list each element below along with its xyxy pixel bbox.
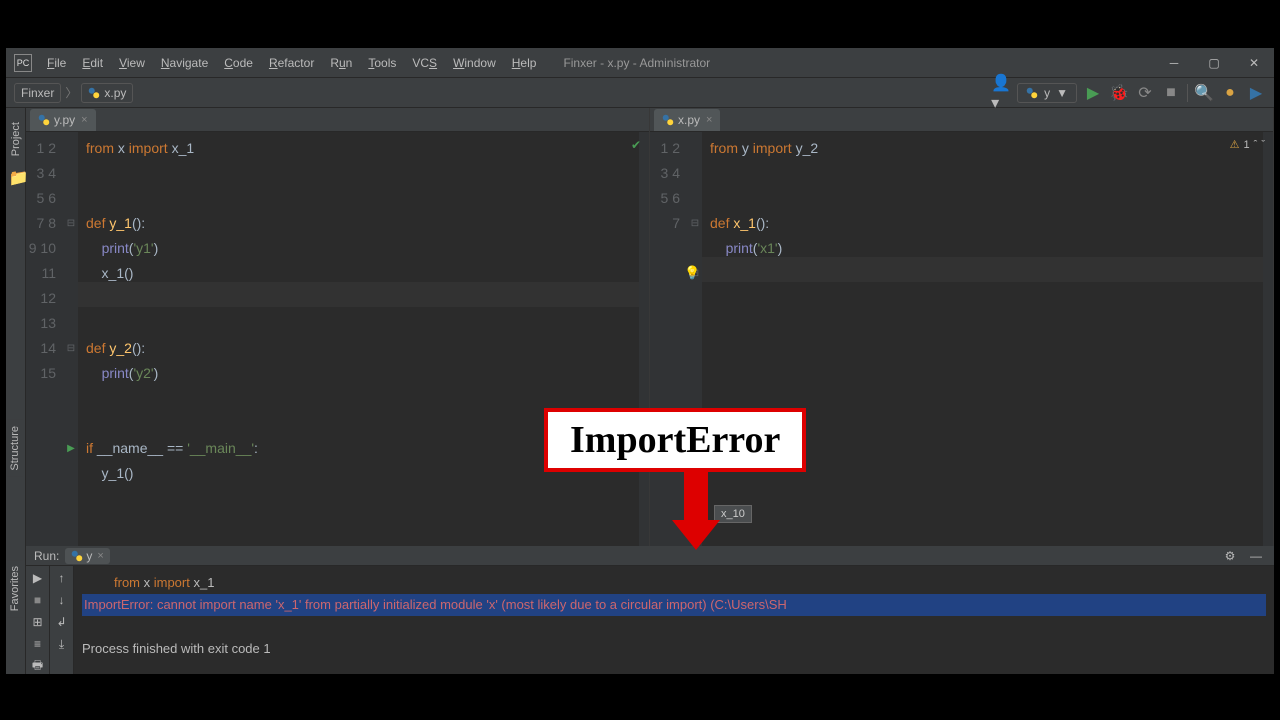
menu-edit[interactable]: Edit: [75, 52, 110, 74]
scroll-icon[interactable]: ⤓: [54, 636, 70, 652]
favorites-tool-tab[interactable]: Favorites: [7, 560, 23, 617]
code-content-left[interactable]: from x import x_1 def y_1(): print('y1')…: [78, 132, 639, 546]
ide-window: PC File Edit View Navigate Code Refactor…: [6, 48, 1274, 674]
run-config-select[interactable]: y ▼: [1017, 83, 1077, 103]
ide-circle-icon[interactable]: ●: [1220, 83, 1240, 103]
user-icon[interactable]: 👤▾: [991, 83, 1011, 103]
stop-button[interactable]: ■: [30, 592, 46, 608]
chevron-down-icon: ▼: [1056, 86, 1068, 100]
warning-icon: ⚠: [1230, 138, 1240, 151]
print-button[interactable]: 🖶: [30, 658, 46, 674]
menubar: PC File Edit View Navigate Code Refactor…: [6, 48, 1274, 78]
console-output[interactable]: from x import x_1 ImportError: cannot im…: [74, 566, 1274, 674]
menu-items: File Edit View Navigate Code Refactor Ru…: [40, 52, 543, 74]
close-button[interactable]: ✕: [1234, 48, 1274, 78]
run-toolbar-2: ↑ ↓ ↲ ⤓: [50, 566, 74, 674]
run-label: Run:: [34, 549, 59, 563]
python-icon: [88, 87, 100, 99]
editor-area: y.py × 1 2 3 4 5 6 7 8 9 10 11 12 13 14 …: [26, 108, 1274, 674]
window-title: Finxer - x.py - Administrator: [563, 56, 710, 70]
minimize-button[interactable]: ─: [1154, 48, 1194, 78]
search-icon[interactable]: 🔍: [1194, 83, 1214, 103]
wrap-icon[interactable]: ↲: [54, 614, 70, 630]
breadcrumb-file[interactable]: x.py: [81, 83, 133, 103]
menu-view[interactable]: View: [112, 52, 152, 74]
close-icon[interactable]: ×: [97, 550, 103, 562]
coverage-button[interactable]: ⟳: [1135, 83, 1155, 103]
file-tab-x[interactable]: x.py ×: [654, 109, 720, 131]
tab-bar-left: y.py ×: [26, 108, 649, 132]
code-area-right[interactable]: 1 2 3 4 5 6 7 ⊟⊟ 💡from y import y_2 def …: [650, 132, 1273, 546]
menu-help[interactable]: Help: [505, 52, 544, 74]
code-content-right[interactable]: 💡from y import y_2 def x_1(): print('x1'…: [702, 132, 1263, 546]
menu-run[interactable]: Run: [323, 52, 359, 74]
error-line: ImportError: cannot import name 'x_1' fr…: [82, 594, 1266, 616]
navbar: Finxer 〉 x.py 👤▾ y ▼ ▶ 🐞 ⟳ ■ 🔍 ● ▶: [6, 78, 1274, 108]
run-body: ▶ ■ ⊞ ≡ 🖶 ↑ ↓ ↲ ⤓ from x import x_1 Impo…: [26, 566, 1274, 674]
down-arrow-icon[interactable]: ↓: [54, 592, 70, 608]
close-icon[interactable]: ×: [81, 114, 87, 126]
breadcrumb: Finxer 〉 x.py: [14, 83, 137, 103]
debug-button[interactable]: 🐞: [1109, 83, 1129, 103]
up-arrow-icon[interactable]: ↑: [54, 570, 70, 586]
menu-navigate[interactable]: Navigate: [154, 52, 215, 74]
python-icon: [71, 550, 83, 562]
code-area-left[interactable]: 1 2 3 4 5 6 7 8 9 10 11 12 13 14 15 ⊟ ⊟ …: [26, 132, 649, 546]
close-icon[interactable]: ×: [706, 114, 712, 126]
trash-button[interactable]: ≡: [30, 636, 46, 652]
app-icon: PC: [14, 54, 32, 72]
menu-file[interactable]: File: [40, 52, 73, 74]
menu-tools[interactable]: Tools: [361, 52, 403, 74]
folder-icon[interactable]: 📁: [9, 168, 23, 182]
menu-vcs[interactable]: VCS: [405, 52, 444, 74]
run-toolbar-1: ▶ ■ ⊞ ≡ 🖶: [26, 566, 50, 674]
python-icon: [38, 114, 50, 126]
stop-button[interactable]: ■: [1161, 83, 1181, 103]
right-gutter-left[interactable]: [639, 132, 649, 546]
right-gutter-right[interactable]: [1263, 132, 1273, 546]
exit-line: Process finished with exit code 1: [82, 641, 271, 656]
check-icon: ✔: [631, 138, 641, 152]
run-panel-header: Run: y × ⚙ —: [26, 546, 1274, 566]
editor-pane-left: y.py × 1 2 3 4 5 6 7 8 9 10 11 12 13 14 …: [26, 108, 650, 546]
layout-button[interactable]: ⊞: [30, 614, 46, 630]
breadcrumb-project[interactable]: Finxer: [14, 83, 61, 103]
line-numbers-left: 1 2 3 4 5 6 7 8 9 10 11 12 13 14 15: [26, 132, 64, 546]
window-controls: ─ ▢ ✕: [1154, 48, 1274, 78]
ide-triangle-icon[interactable]: ▶: [1246, 83, 1266, 103]
chevron-right-icon: 〉: [65, 84, 77, 101]
structure-tool-tab[interactable]: Structure: [7, 420, 23, 477]
run-panel: Run: y × ⚙ — ▶ ■ ⊞: [26, 546, 1274, 674]
file-tab-y[interactable]: y.py ×: [30, 109, 96, 131]
tab-bar-right: x.py ×: [650, 108, 1273, 132]
editor-pane-right: x.py × 1 2 3 4 5 6 7 ⊟⊟ 💡from y import y…: [650, 108, 1274, 546]
chevron-up-icon[interactable]: ˆ: [1254, 139, 1258, 151]
gutter-left: ⊟ ⊟ ▶: [64, 132, 78, 546]
project-tool-tab[interactable]: Project: [8, 114, 24, 164]
menu-window[interactable]: Window: [446, 52, 503, 74]
gear-icon[interactable]: ⚙: [1220, 546, 1240, 566]
python-icon: [1026, 87, 1038, 99]
chevron-down-icon[interactable]: ˇ: [1261, 139, 1265, 151]
menu-refactor[interactable]: Refactor: [262, 52, 321, 74]
editor-split: y.py × 1 2 3 4 5 6 7 8 9 10 11 12 13 14 …: [26, 108, 1274, 546]
run-button[interactable]: ▶: [1083, 83, 1103, 103]
lightbulb-icon[interactable]: 💡: [684, 260, 700, 285]
annotation-arrow: [676, 472, 716, 550]
nav-right: 👤▾ y ▼ ▶ 🐞 ⟳ ■ 🔍 ● ▶: [991, 83, 1266, 103]
main-area: Project 📁 y.py × 1 2 3 4 5 6 7 8 9 10 11…: [6, 108, 1274, 674]
rerun-button[interactable]: ▶: [30, 570, 46, 586]
run-tab-y[interactable]: y ×: [65, 548, 109, 564]
maximize-button[interactable]: ▢: [1194, 48, 1234, 78]
python-icon: [662, 114, 674, 126]
annotation-label: ImportError: [544, 408, 806, 472]
menu-code[interactable]: Code: [217, 52, 260, 74]
warning-badge[interactable]: ⚠ 1 ˆ ˇ: [1230, 138, 1265, 151]
minimize-panel-icon[interactable]: —: [1246, 546, 1266, 566]
run-tools: ⚙ —: [1220, 546, 1266, 566]
